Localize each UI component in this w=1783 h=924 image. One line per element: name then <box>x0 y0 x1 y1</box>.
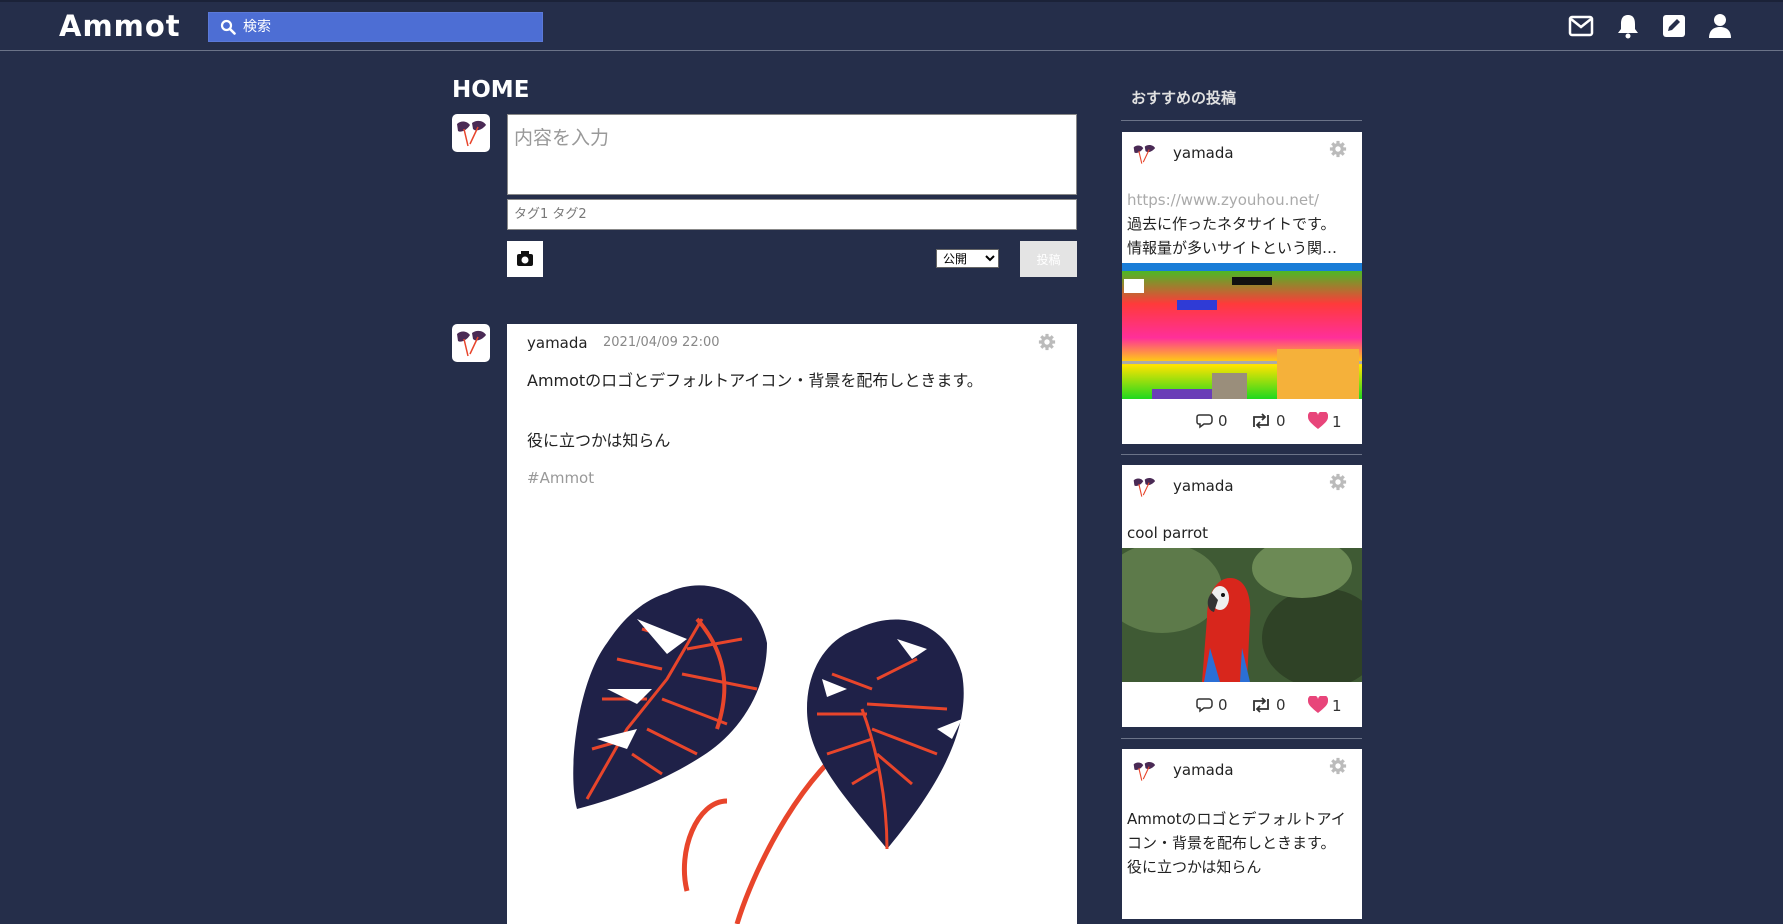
plant-avatar-icon <box>1133 762 1156 781</box>
card-text: 情報量が多いサイトという関… <box>1127 239 1338 257</box>
card-text: cool parrot <box>1127 524 1209 542</box>
bell-icon[interactable] <box>1616 13 1642 39</box>
card-username[interactable]: yamada <box>1173 477 1234 495</box>
avatar[interactable] <box>452 114 490 152</box>
search-icon <box>220 19 236 35</box>
gear-icon[interactable] <box>1329 473 1347 491</box>
repost-icon <box>1253 697 1269 713</box>
heart-icon <box>1307 694 1329 713</box>
user-icon[interactable] <box>1708 13 1734 39</box>
recommended-card[interactable]: yamada Ammotのロゴとデフォルトアイ コン・背景を配布しときます。 役… <box>1122 749 1362 919</box>
recommended-title: おすすめの投稿 <box>1131 89 1237 107</box>
post-text: 役に立つかは知らん <box>527 431 671 450</box>
comment-icon <box>1196 414 1213 429</box>
repost-count-value: 0 <box>1276 696 1286 714</box>
like-count[interactable]: 1 <box>1307 694 1342 715</box>
search-box[interactable] <box>208 12 543 42</box>
page-title: HOME <box>452 77 530 103</box>
divider <box>1121 738 1362 739</box>
gear-icon[interactable] <box>1329 757 1347 775</box>
card-text: コン・背景を配布しときます。 <box>1127 834 1336 852</box>
camera-button[interactable] <box>507 241 543 277</box>
repost-count-value: 0 <box>1276 412 1286 430</box>
card-text: 役に立つかは知らん <box>1127 858 1262 876</box>
recommended-card[interactable]: yamada https://www.zyouhou.net/ 過去に作ったネタ… <box>1122 132 1362 444</box>
repost-count[interactable]: 0 <box>1250 412 1286 430</box>
repost-icon <box>1253 413 1269 429</box>
like-count-value: 1 <box>1332 697 1342 715</box>
post-text: Ammotのロゴとデフォルトアイコン・背景を配布しときます。 <box>527 371 983 390</box>
post-date: 2021/04/09 22:00 <box>603 335 720 350</box>
card-username[interactable]: yamada <box>1173 144 1234 162</box>
comment-count-value: 0 <box>1218 696 1228 714</box>
card-username[interactable]: yamada <box>1173 761 1234 779</box>
heart-icon <box>1307 410 1329 429</box>
post-card: yamada 2021/04/09 22:00 Ammotのロゴとデフォルトアイ… <box>507 324 1077 924</box>
repost-count[interactable]: 0 <box>1250 696 1286 714</box>
divider <box>1121 454 1362 455</box>
like-count[interactable]: 1 <box>1307 410 1342 431</box>
camera-icon <box>517 251 533 266</box>
plant-avatar-icon <box>1133 145 1156 164</box>
card-stats: 0 0 1 <box>1122 410 1362 436</box>
card-stats: 0 0 1 <box>1122 694 1362 720</box>
like-count-value: 1 <box>1332 413 1342 431</box>
gear-icon[interactable] <box>1038 333 1056 351</box>
visibility-select[interactable]: 公開 <box>936 249 999 268</box>
post-content-input[interactable] <box>507 114 1077 195</box>
divider <box>1121 120 1362 121</box>
edit-icon[interactable] <box>1662 14 1688 40</box>
gear-icon[interactable] <box>1329 140 1347 158</box>
tags-input[interactable] <box>507 199 1077 230</box>
mail-icon[interactable] <box>1568 15 1594 41</box>
plant-avatar-icon <box>457 330 486 357</box>
plant-avatar-icon <box>457 120 486 147</box>
comment-count[interactable]: 0 <box>1196 696 1228 714</box>
top-header: Ammot <box>0 0 1783 51</box>
post-hashtag[interactable]: #Ammot <box>527 469 594 487</box>
plant-avatar-icon <box>1133 478 1156 497</box>
monstera-leaves-image <box>573 585 964 924</box>
app-logo[interactable]: Ammot <box>59 9 181 43</box>
search-input[interactable] <box>243 13 533 41</box>
recommended-card[interactable]: yamada cool parrot 0 0 1 <box>1122 465 1362 727</box>
card-text: 過去に作ったネタサイトです。 <box>1127 215 1336 233</box>
comment-count[interactable]: 0 <box>1196 412 1228 430</box>
parrot-image <box>1122 548 1362 682</box>
card-link[interactable]: https://www.zyouhou.net/ <box>1127 188 1337 212</box>
post-username[interactable]: yamada <box>527 334 588 352</box>
card-text: Ammotのロゴとデフォルトアイ <box>1127 810 1346 828</box>
website-screenshot-image <box>1122 263 1362 399</box>
avatar[interactable] <box>452 324 490 362</box>
comment-count-value: 0 <box>1218 412 1228 430</box>
comment-icon <box>1196 698 1213 713</box>
post-button[interactable]: 投稿 <box>1020 241 1077 277</box>
